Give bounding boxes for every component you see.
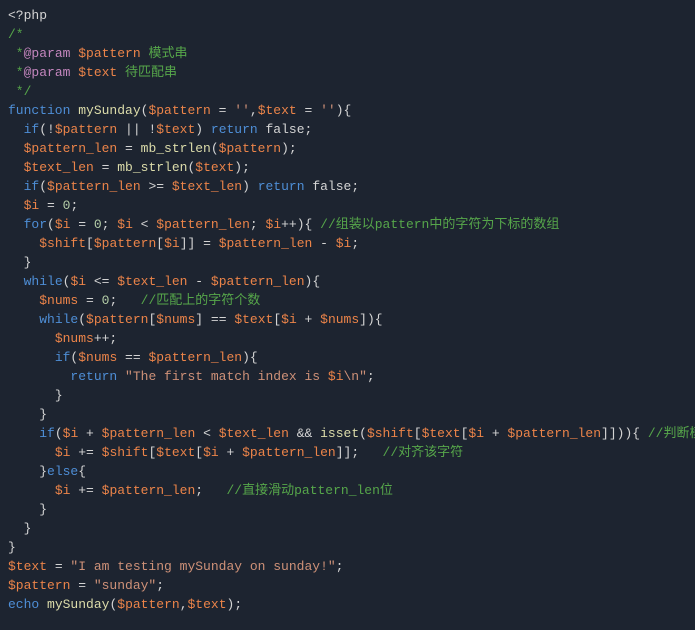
code-line: return "The first match index is $i\n"; bbox=[8, 369, 375, 384]
doc-line: *@param $pattern 模式串 bbox=[8, 46, 187, 61]
code-line: $text_len = mb_strlen($text); bbox=[8, 160, 250, 175]
code-line: $i += $shift[$text[$i + $pattern_len]]; … bbox=[8, 445, 463, 460]
php-open-tag: <?php bbox=[8, 8, 47, 23]
code-line: $pattern = "sunday"; bbox=[8, 578, 164, 593]
code-line: $pattern_len = mb_strlen($pattern); bbox=[8, 141, 297, 156]
code-line: } bbox=[8, 521, 31, 536]
code-line: function mySunday($pattern = '',$text = … bbox=[8, 103, 351, 118]
code-line: if(!$pattern || !$text) return false; bbox=[8, 122, 312, 137]
code-line: $nums++; bbox=[8, 331, 117, 346]
comment-line: /* bbox=[8, 27, 24, 42]
code-line: } bbox=[8, 388, 63, 403]
code-line: $text = "I am testing mySunday on sunday… bbox=[8, 559, 343, 574]
code-line: while($pattern[$nums] == $text[$i + $num… bbox=[8, 312, 383, 327]
comment-line: */ bbox=[8, 84, 31, 99]
code-line: $i += $pattern_len; //直接滑动pattern_len位 bbox=[8, 483, 393, 498]
code-line: if($nums == $pattern_len){ bbox=[8, 350, 258, 365]
code-line: } bbox=[8, 540, 16, 555]
code-line: while($i <= $text_len - $pattern_len){ bbox=[8, 274, 320, 289]
code-line: } bbox=[8, 255, 31, 270]
code-line: if($pattern_len >= $text_len) return fal… bbox=[8, 179, 359, 194]
code-line: if($i + $pattern_len < $text_len && isse… bbox=[8, 426, 695, 441]
code-line: $nums = 0; //匹配上的字符个数 bbox=[8, 293, 260, 308]
code-line: echo mySunday($pattern,$text); bbox=[8, 597, 242, 612]
code-line: $i = 0; bbox=[8, 198, 78, 213]
code-block: <?php /* *@param $pattern 模式串 *@param $t… bbox=[8, 6, 687, 614]
code-line: $shift[$pattern[$i]] = $pattern_len - $i… bbox=[8, 236, 359, 251]
doc-line: *@param $text 待匹配串 bbox=[8, 65, 177, 80]
code-line: } bbox=[8, 502, 47, 517]
code-line: for($i = 0; $i < $pattern_len; $i++){ //… bbox=[8, 217, 559, 232]
code-line: }else{ bbox=[8, 464, 86, 479]
code-line: } bbox=[8, 407, 47, 422]
